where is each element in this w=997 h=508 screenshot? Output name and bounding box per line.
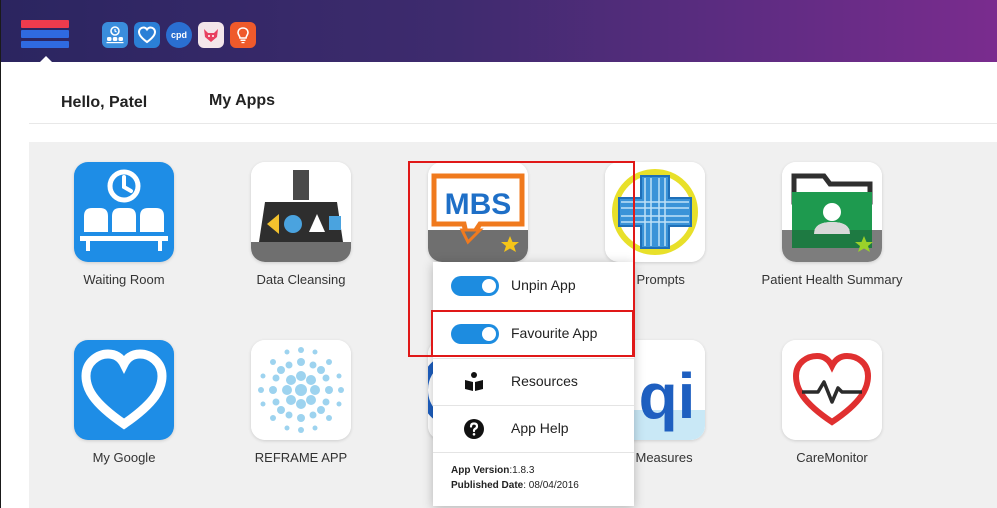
data-cleansing-icon <box>251 162 351 262</box>
app-label: REFRAME APP <box>254 450 348 465</box>
mbs-logo: MBS <box>428 162 528 262</box>
menu-divider <box>433 452 634 453</box>
published-date-value: : 08/04/2016 <box>523 480 579 491</box>
question-circle-icon <box>464 419 484 439</box>
lightbulb-icon[interactable] <box>230 22 256 48</box>
app-label: Waiting Room <box>83 272 165 287</box>
app-context-menu: Unpin App Favourite App Resources App He… <box>433 262 634 506</box>
heart-icon[interactable] <box>134 22 160 48</box>
app-window: cpd Hello, Patel My Apps Waiting Room Da… <box>0 0 997 508</box>
hamburger-menu-button[interactable] <box>21 20 71 63</box>
app-version: App Version:1.8.3 <box>451 465 534 476</box>
waiting-room-icon[interactable] <box>102 22 128 48</box>
unpin-app-label: Unpin App <box>511 277 576 293</box>
top-bar: cpd <box>1 0 997 63</box>
favourite-toggle[interactable] <box>451 324 499 344</box>
favourite-app-toggle-item[interactable]: Favourite App <box>433 310 634 358</box>
toggle-knob <box>482 279 496 293</box>
menu-pointer <box>39 56 53 63</box>
resources-label: Resources <box>511 373 578 389</box>
svg-text:MBS: MBS <box>445 188 512 221</box>
resources-item[interactable]: Resources <box>433 358 634 406</box>
published-date-key: Published Date <box>451 480 524 491</box>
menu-bar-blue <box>21 30 69 38</box>
heart-icon <box>74 340 174 440</box>
cpd-icon-label: cpd <box>170 30 187 40</box>
fox-icon[interactable] <box>198 22 224 48</box>
app-version-key: App Version <box>451 465 510 476</box>
favourite-app-label: Favourite App <box>511 325 598 341</box>
tab-my-apps[interactable]: My Apps <box>209 92 275 110</box>
book-reader-icon <box>465 372 483 391</box>
cpd-icon[interactable]: cpd <box>166 22 192 48</box>
app-label: CareMonitor <box>796 450 868 465</box>
app-help-label: App Help <box>511 420 569 436</box>
menu-bar-red <box>21 20 69 28</box>
cross-circle-logo <box>605 162 705 262</box>
published-date: Published Date: 08/04/2016 <box>451 480 579 491</box>
page-header: Hello, Patel My Apps <box>29 88 997 124</box>
toggle-knob <box>482 327 496 341</box>
patient-folder-icon <box>782 162 882 262</box>
reframe-dots-logo <box>251 340 351 440</box>
app-label: Patient Health Summary <box>761 272 903 287</box>
unpin-app-toggle-item[interactable]: Unpin App <box>433 262 634 310</box>
app-version-value: :1.8.3 <box>509 465 535 476</box>
app-label: My Google <box>92 450 156 465</box>
greeting-text: Hello, Patel <box>61 94 148 111</box>
waiting-room-icon <box>74 162 174 262</box>
unpin-toggle[interactable] <box>451 276 499 296</box>
menu-bar-blue-2 <box>21 41 69 48</box>
app-label: Data Cleansing <box>256 272 346 287</box>
app-help-item[interactable]: App Help <box>433 405 634 453</box>
pqi-logo-text: qi <box>639 360 696 432</box>
heartbeat-icon <box>782 340 882 440</box>
